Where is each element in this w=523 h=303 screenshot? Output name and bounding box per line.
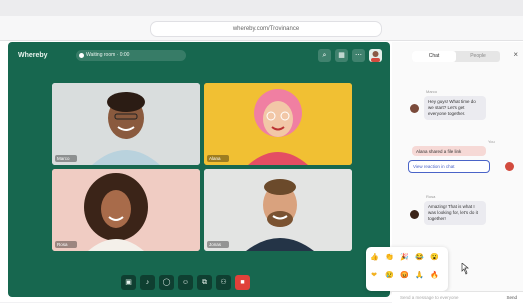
video-tile[interactable]: Alana — [204, 83, 352, 165]
party-icon[interactable]: 🎉 — [400, 254, 409, 262]
leave-icon[interactable]: ■ — [235, 275, 250, 290]
fire-icon[interactable]: 🔥 — [430, 272, 439, 280]
browser-window: whereby.com/Trovinance Whereby Waiting r… — [0, 0, 523, 303]
call-controls: ▣ ♪ ◯ ☺ ⧉ ⚇ ■ — [121, 275, 250, 290]
more-icon[interactable]: ⋯ — [352, 49, 365, 62]
tab-chat[interactable]: Chat — [412, 51, 456, 62]
send-button[interactable]: Send — [506, 295, 517, 300]
participant-name: Rosa — [55, 241, 77, 248]
avatar — [410, 210, 419, 219]
emoji-picker: 👍 👏 🎉 😂 😮 ❤ 😢 😡 🙏 🔥 — [366, 247, 448, 291]
view-reaction-link[interactable]: View reaction in chat — [408, 160, 490, 173]
chat-message: Amazing! That is what I was looking for,… — [424, 201, 486, 225]
browser-address-bar: whereby.com/Trovinance — [0, 16, 523, 41]
panel-tabs: Chat People — [412, 51, 500, 62]
pointer-cursor-icon — [461, 263, 469, 275]
grid-icon[interactable]: ▦ — [335, 49, 348, 62]
tab-people[interactable]: People — [456, 51, 500, 62]
url-field[interactable]: whereby.com/Trovinance — [150, 21, 382, 37]
message-sender: Marco — [426, 89, 438, 94]
participant-name: Jonas — [207, 241, 229, 248]
message-sender: You — [488, 139, 495, 144]
avatar[interactable] — [369, 49, 382, 62]
meeting-app: Whereby Waiting room · 0:00 ⌕ ▦ ⋯ Marco … — [8, 42, 390, 297]
brand-logo: Whereby — [18, 52, 48, 59]
reactions-icon[interactable]: ☺ — [178, 275, 193, 290]
video-tile[interactable]: Rosa — [52, 169, 200, 251]
clap-icon[interactable]: 👏 — [385, 254, 394, 262]
people-icon[interactable]: ⚇ — [216, 275, 231, 290]
video-tile[interactable]: Marco — [52, 83, 200, 165]
camera-icon[interactable]: ▣ — [121, 275, 136, 290]
angry-icon[interactable]: 😡 — [400, 272, 409, 280]
browser-tab-strip — [0, 0, 523, 16]
avatar — [505, 162, 514, 171]
participant-video — [52, 83, 200, 165]
participant-name: Alana — [207, 155, 229, 162]
mic-icon[interactable]: ♪ — [140, 275, 155, 290]
close-icon[interactable]: × — [513, 50, 518, 59]
participant-video — [204, 83, 352, 165]
participant-video — [204, 169, 352, 251]
sad-icon[interactable]: 😢 — [385, 272, 394, 280]
participant-video — [52, 169, 200, 251]
meeting-topbar: Whereby Waiting room · 0:00 ⌕ ▦ ⋯ — [8, 42, 390, 70]
laugh-icon[interactable]: 😂 — [415, 254, 424, 262]
participant-name: Marco — [55, 155, 77, 162]
status-dot-icon — [79, 53, 84, 58]
thumbs-up-icon[interactable]: 👍 — [370, 254, 379, 262]
meeting-status-text: Waiting room · 0:00 — [86, 52, 130, 58]
chat-icon[interactable]: ◯ — [159, 275, 174, 290]
avatar — [410, 104, 419, 113]
search-icon[interactable]: ⌕ — [318, 49, 331, 62]
video-tile[interactable]: Jonas — [204, 169, 352, 251]
meeting-status-pill[interactable]: Waiting room · 0:00 — [76, 50, 186, 61]
surprised-icon[interactable]: 😮 — [430, 254, 439, 262]
chat-message: Alana shared a file link — [412, 146, 486, 156]
video-grid: Marco Alana Rosa Jonas — [52, 83, 354, 253]
pray-icon[interactable]: 🙏 — [415, 272, 424, 280]
chat-message: Hey guys! What time do we start? Let's g… — [424, 96, 486, 120]
share-icon[interactable]: ⧉ — [197, 275, 212, 290]
chat-input[interactable]: Send a message to everyone Send — [392, 291, 523, 303]
chat-input-placeholder: Send a message to everyone — [400, 295, 459, 300]
message-sender: Rosa — [426, 194, 436, 199]
heart-icon[interactable]: ❤ — [370, 272, 378, 280]
